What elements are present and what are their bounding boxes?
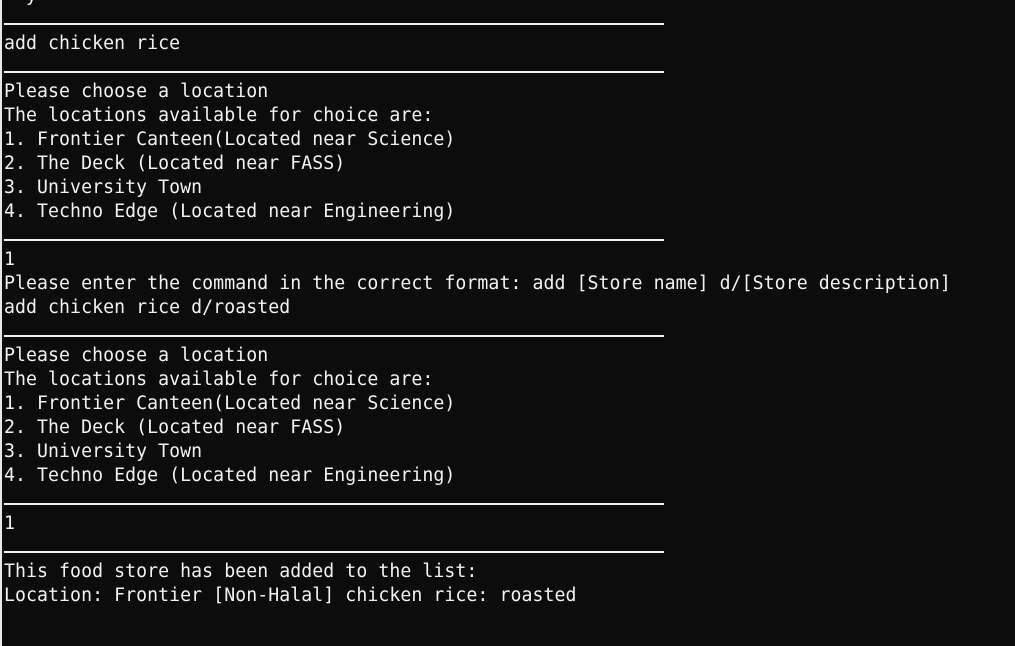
separator-line bbox=[4, 536, 1015, 560]
terminal-line: add chicken rice d/roasted bbox=[4, 297, 291, 318]
terminal-output: y add chicken rice Please choose a locatio… bbox=[4, 0, 1015, 646]
terminal-line: 4. Techno Edge (Located near Engineering… bbox=[4, 465, 456, 486]
terminal-line: 1 bbox=[4, 249, 16, 270]
terminal-line: 1 bbox=[4, 513, 16, 534]
separator-line bbox=[4, 488, 1015, 512]
terminal-line: y bbox=[4, 0, 1015, 8]
terminal-line: Please enter the command in the correct … bbox=[4, 273, 951, 294]
terminal-line: 3. University Town bbox=[4, 441, 203, 462]
terminal-line: 1. Frontier Canteen(Located near Science… bbox=[4, 129, 456, 150]
separator-line bbox=[4, 320, 1015, 344]
separator-line bbox=[4, 224, 1015, 248]
terminal-line: 4. Techno Edge (Located near Engineering… bbox=[4, 201, 456, 222]
separator-line bbox=[4, 632, 1015, 646]
terminal-line: 1. Frontier Canteen(Located near Science… bbox=[4, 393, 456, 414]
terminal-line: Location: Frontier [Non-Halal] chicken r… bbox=[4, 585, 577, 606]
terminal-line: Please choose a location bbox=[4, 81, 269, 102]
terminal-line: The locations available for choice are: bbox=[4, 105, 434, 126]
terminal-line: 2. The Deck (Located near FASS) bbox=[4, 417, 346, 438]
terminal-line: add chicken rice bbox=[4, 33, 181, 54]
terminal-line: Please choose a location bbox=[4, 345, 269, 366]
terminal-line: The locations available for choice are: bbox=[4, 369, 434, 390]
separator-line bbox=[4, 8, 1015, 32]
terminal-window[interactable]: y add chicken rice Please choose a locatio… bbox=[0, 0, 1015, 646]
window-left-border bbox=[0, 0, 2, 646]
terminal-line: 3. University Town bbox=[4, 177, 203, 198]
terminal-line: This food store has been added to the li… bbox=[4, 561, 478, 582]
separator-line bbox=[4, 56, 1015, 80]
terminal-line: 2. The Deck (Located near FASS) bbox=[4, 153, 346, 174]
